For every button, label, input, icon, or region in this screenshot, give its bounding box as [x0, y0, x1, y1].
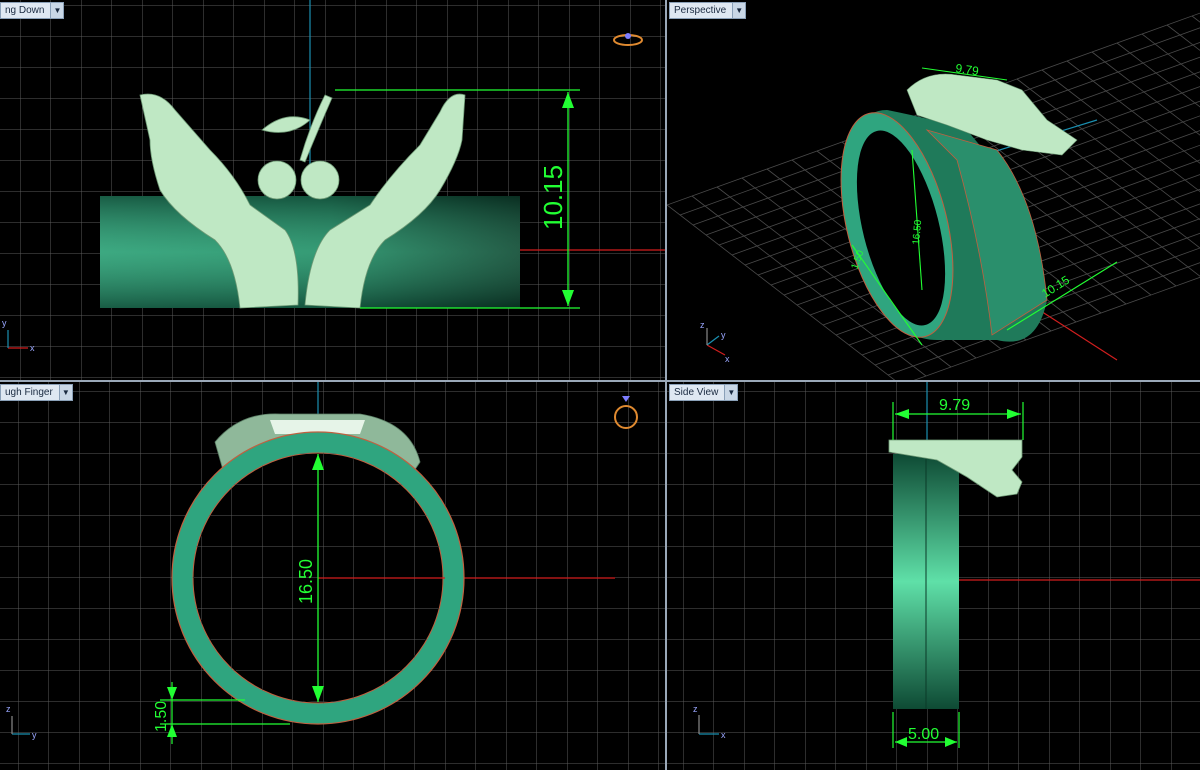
chevron-down-icon[interactable]: ▼	[732, 3, 746, 18]
svg-text:x: x	[30, 343, 35, 353]
viewport-tab-looking-down[interactable]: ng Down ▼	[0, 2, 65, 19]
svg-text:z: z	[700, 320, 705, 330]
svg-text:y: y	[32, 730, 37, 740]
perspective-inner-label: 16.50	[911, 219, 924, 245]
svg-text:x: x	[725, 354, 730, 364]
viewport-tab-through-finger[interactable]: ugh Finger ▼	[0, 384, 73, 401]
thickness-label: 1.50	[153, 701, 170, 732]
looking-down-canvas: 10.15 x y	[0, 0, 665, 380]
viewport-side-view[interactable]: Side View ▼ 9.79 5.00 x z	[667, 382, 1200, 770]
viewport-divider-vertical[interactable]	[665, 0, 667, 770]
chevron-down-icon[interactable]: ▼	[50, 3, 64, 18]
viewport-tab-label: ng Down	[5, 5, 45, 16]
svg-text:z: z	[6, 704, 11, 714]
side-band-width-label: 5.00	[908, 726, 939, 743]
viewport-tab-label: Side View	[674, 387, 719, 398]
viewport-tab-side-view[interactable]: Side View ▼	[669, 384, 739, 401]
through-finger-canvas: 16.50 1.50 y z	[0, 382, 665, 770]
side-top-width-label: 9.79	[939, 397, 970, 414]
viewport-tab-label: ugh Finger	[5, 387, 53, 398]
svg-text:x: x	[721, 730, 726, 740]
diameter-label: 16.50	[296, 559, 316, 604]
viewport-looking-down[interactable]: ng Down ▼ 10.15 x y	[0, 0, 665, 380]
svg-text:y: y	[2, 318, 7, 328]
svg-text:y: y	[721, 330, 726, 340]
perspective-canvas: 9.79 10.15 16.50 1.50 x y z	[667, 0, 1200, 380]
side-view-canvas: 9.79 5.00 x z	[667, 382, 1200, 770]
dimension-height-label: 10.15	[538, 165, 568, 230]
viewport-perspective[interactable]: Perspective ▼ 9.79 10.15 16.50 1.50 x y …	[667, 0, 1200, 380]
viewport-divider-horizontal[interactable]	[0, 380, 1200, 382]
chevron-down-icon[interactable]: ▼	[58, 385, 72, 400]
viewport-tab-label: Perspective	[674, 5, 727, 16]
viewport-through-finger[interactable]: ugh Finger ▼ 16.50 1.50 y z	[0, 382, 665, 770]
viewport-tab-perspective[interactable]: Perspective ▼	[669, 2, 747, 19]
chevron-down-icon[interactable]: ▼	[724, 385, 738, 400]
svg-text:z: z	[693, 704, 698, 714]
